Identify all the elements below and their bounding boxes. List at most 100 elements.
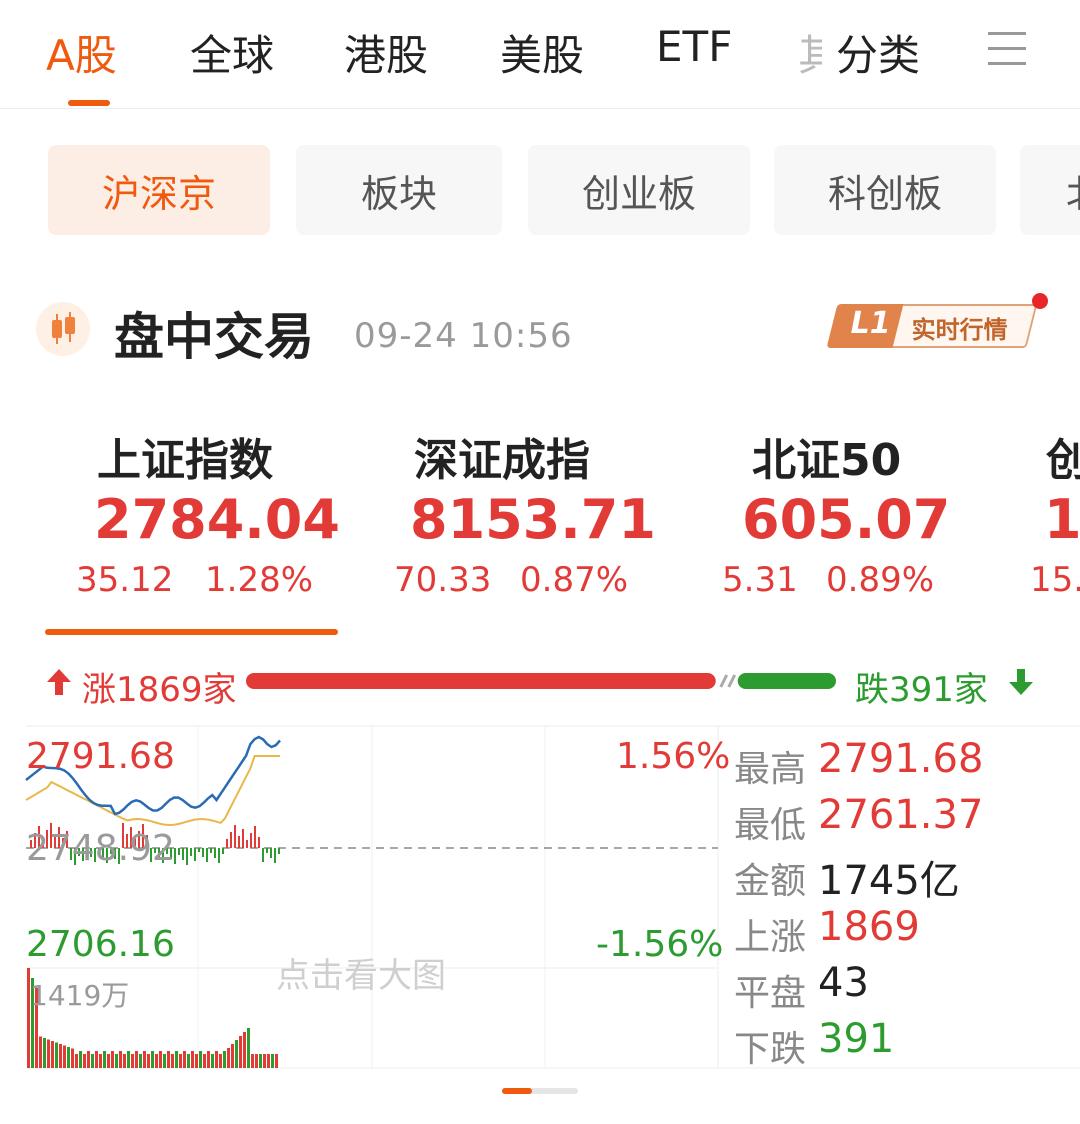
candlestick-icon — [36, 302, 90, 356]
chart-high-label: 2791.68 — [26, 736, 175, 777]
volume-bar — [95, 1051, 98, 1068]
volume-bar — [91, 1054, 94, 1068]
histogram-bar — [194, 848, 196, 861]
subtab-chinext[interactable]: 创业板 — [528, 145, 750, 235]
breadth-flat-mark — [719, 674, 729, 688]
subtab-star[interactable]: 科创板 — [774, 145, 996, 235]
subtab-sector[interactable]: 板块 — [296, 145, 502, 235]
index-name: 创 — [1046, 435, 1080, 486]
volume-bar — [79, 1051, 82, 1068]
tab-hk[interactable]: 港股 — [344, 22, 428, 83]
decliners-label: 跌391家 — [855, 670, 988, 710]
enlarge-hint[interactable]: 点击看大图 — [276, 948, 446, 997]
volume-bar — [119, 1051, 122, 1068]
volume-bar — [175, 1051, 178, 1068]
volume-bar — [59, 1044, 62, 1068]
index-value: 8153.71 — [410, 488, 656, 551]
volume-bar — [255, 1054, 258, 1068]
volume-bar — [259, 1054, 262, 1068]
breadth-bar — [246, 673, 836, 689]
volume-bar — [235, 1040, 238, 1068]
volume-bar — [51, 1041, 54, 1068]
volume-bar — [183, 1051, 186, 1068]
tab-other-clipped[interactable]: 其 — [798, 22, 822, 83]
volume-bar — [187, 1054, 190, 1068]
tab-global[interactable]: 全球 — [190, 22, 274, 83]
menu-icon[interactable] — [988, 30, 1026, 68]
volume-bar — [191, 1051, 194, 1068]
index-change: 15. — [1030, 560, 1080, 600]
subtab-clipped[interactable]: 北 — [1020, 145, 1080, 235]
index-card-clipped[interactable]: 创 1 15. — [1030, 400, 1080, 610]
tab-us[interactable]: 美股 — [500, 22, 584, 83]
volume-bar — [131, 1054, 134, 1068]
stat-amount-value: 1745亿 — [818, 858, 960, 904]
stat-down-value: 391 — [818, 1016, 895, 1062]
volume-bar — [207, 1051, 210, 1068]
up-arrow-icon — [47, 669, 71, 695]
histogram-bar — [242, 829, 244, 848]
volume-bar — [167, 1051, 170, 1068]
tab-a-share[interactable]: A股 — [46, 22, 117, 83]
volume-bar — [247, 1028, 250, 1068]
histogram-bar — [202, 848, 204, 857]
histogram-bar — [218, 848, 220, 863]
stat-flat-value: 43 — [818, 960, 869, 1006]
volume-bar — [39, 1036, 42, 1068]
volume-bar — [159, 1051, 162, 1068]
volume-bar — [243, 1032, 246, 1068]
volume-bar — [107, 1054, 110, 1068]
histogram-bar — [182, 848, 184, 860]
index-change: 70.33 — [394, 560, 492, 600]
volume-bar — [203, 1054, 206, 1068]
stat-label: 最低 — [734, 805, 807, 846]
volume-bar — [135, 1051, 138, 1068]
breadth-down-segment — [737, 673, 836, 689]
volume-bar — [171, 1054, 174, 1068]
volume-bar — [271, 1054, 274, 1068]
histogram-bar — [274, 848, 276, 863]
volume-bar — [239, 1036, 242, 1068]
chart-pct-low: -1.56% — [596, 924, 724, 965]
volume-bar — [199, 1051, 202, 1068]
volume-bar — [227, 1048, 230, 1068]
top-tab-bar: A股 全球 港股 美股 ETF 其 分类 — [0, 0, 1080, 109]
page-indicator — [502, 1088, 578, 1094]
volume-bar — [223, 1051, 226, 1068]
volume-bar — [111, 1051, 114, 1068]
volume-bar — [151, 1051, 154, 1068]
down-arrow-icon — [1009, 669, 1033, 695]
histogram-bar — [270, 848, 272, 858]
histogram-bar — [262, 848, 264, 862]
subtab-hushenjing[interactable]: 沪深京 — [48, 145, 270, 235]
index-pct: 1.28% — [205, 560, 314, 600]
active-tab-indicator — [68, 100, 110, 106]
histogram-bar — [190, 848, 192, 856]
chart-mid-label: 2748.92 — [26, 828, 175, 869]
stat-label: 金额 — [734, 861, 807, 902]
volume-bar — [115, 1054, 118, 1068]
tab-etf[interactable]: ETF — [656, 22, 732, 71]
tab-category[interactable]: 分类 — [836, 22, 920, 83]
volume-bar — [139, 1054, 142, 1068]
stat-label: 平盘 — [734, 973, 807, 1014]
volume-bar — [143, 1051, 146, 1068]
realtime-badge[interactable]: L1 实时行情 — [826, 304, 1040, 350]
volume-bar — [67, 1047, 70, 1068]
histogram-bar — [226, 839, 228, 848]
index-value: 2784.04 — [94, 488, 340, 551]
histogram-bar — [214, 848, 216, 858]
breadth-up-segment — [246, 673, 716, 689]
volume-bar — [231, 1044, 234, 1068]
histogram-bar — [234, 825, 236, 848]
volume-bar — [251, 1054, 254, 1068]
volume-bar — [103, 1051, 106, 1068]
chart-pct-high: 1.56% — [616, 736, 731, 777]
volume-bar — [83, 1054, 86, 1068]
section-timestamp: 09-24 10:56 — [354, 316, 573, 356]
volume-bar — [71, 1048, 74, 1068]
volume-bar — [211, 1054, 214, 1068]
histogram-bar — [254, 826, 256, 848]
histogram-bar — [186, 848, 188, 865]
histogram-bar — [278, 848, 280, 854]
